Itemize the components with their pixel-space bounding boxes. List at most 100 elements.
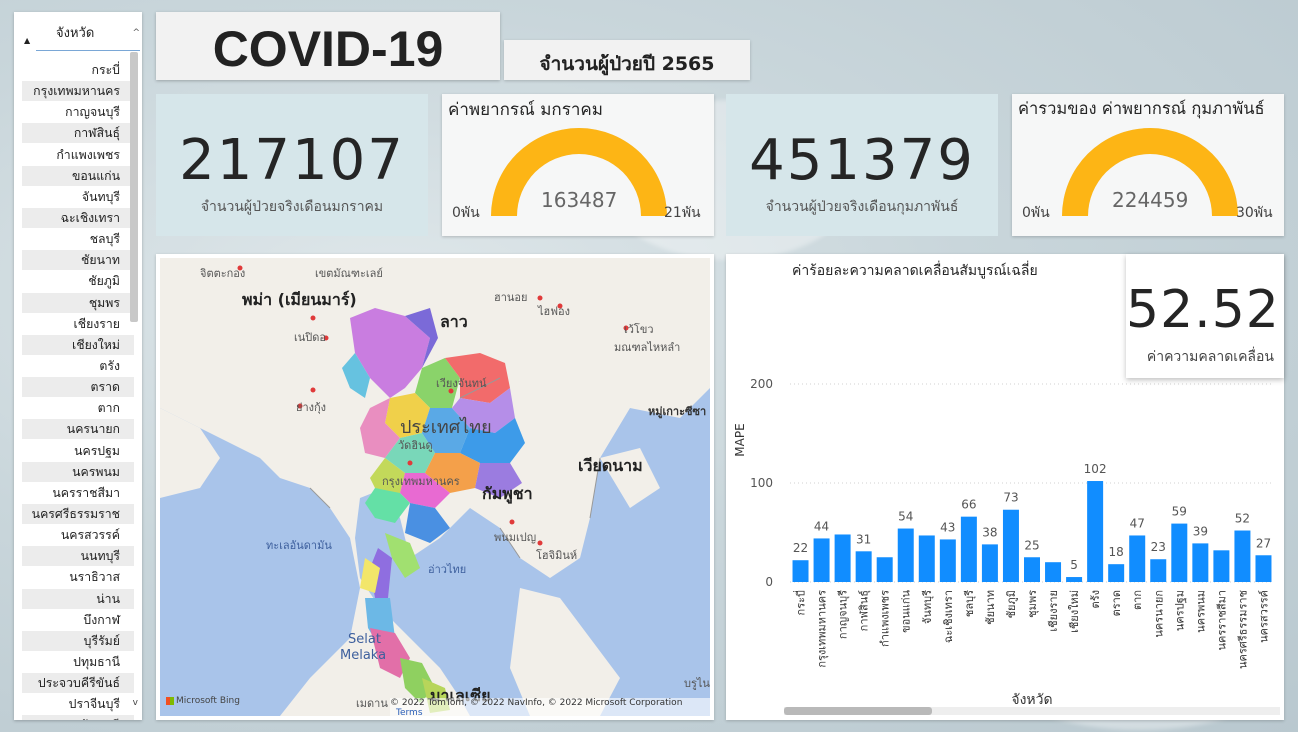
data-label: 44 [814, 519, 829, 533]
map-label: มณฑลไหหลำ [614, 341, 681, 354]
slicer-item[interactable]: นนทบุรี [22, 546, 134, 567]
kpi-card-jan[interactable]: 217107 จำนวนผู้ป่วยจริงเดือนมกราคม [156, 94, 428, 236]
terms-link[interactable]: Terms [396, 708, 423, 716]
data-label: 38 [982, 525, 997, 539]
land-borneo [510, 588, 620, 716]
bing-logo: Microsoft Bing [166, 696, 240, 706]
slicer-divider [36, 50, 140, 51]
bar [1234, 530, 1251, 582]
slicer-item[interactable]: นครราชสีมา [22, 483, 134, 503]
data-label: 31 [856, 532, 871, 546]
page-subtitle: จำนวนผู้ป่วยปี 2565 [539, 53, 715, 75]
slicer-item[interactable]: ชุมพร [22, 292, 134, 313]
slicer-item[interactable]: ประจวบคีรีขันธ์ [22, 673, 134, 694]
x-tick-label: ขอนแก่น [900, 590, 913, 633]
slicer-item[interactable]: นครพนม [22, 461, 134, 482]
chevron-up-icon[interactable]: ^ [132, 28, 140, 38]
x-tick-label: นครสวรรค์ [1257, 590, 1270, 643]
gauge-max: 30พัน [1236, 205, 1273, 221]
slicer-item[interactable]: จันทบุรี [22, 187, 134, 207]
slicer-item[interactable]: ปัตตานี [22, 715, 134, 720]
slicer-item[interactable]: บึงกาฬ [22, 610, 134, 630]
slicer-item[interactable]: น่าน [22, 588, 134, 609]
bar [1002, 509, 1019, 582]
sort-ascending-icon[interactable]: ▲ [24, 36, 30, 45]
x-tick-label: กรุงเทพมหานคร [816, 590, 829, 668]
data-label: 5 [1070, 558, 1078, 572]
slicer-item[interactable]: ชัยนาท [22, 250, 134, 271]
slicer-item[interactable]: ฉะเชิงเทรา [22, 207, 134, 228]
bar [1255, 555, 1272, 582]
y-axis-title: MAPE [733, 423, 747, 456]
slicer-item[interactable]: ตาก [22, 398, 134, 418]
slicer-item[interactable]: กาญจนบุรี [22, 102, 134, 122]
map-label: พนมเปญ [494, 531, 537, 544]
slicer-list: กระบี่ กรุงเทพมหานคร กาญจนบุรี กาฬสินธุ์ กำแ… [22, 60, 134, 720]
map-label: Melaka [340, 648, 387, 663]
x-tick-label: นครนายก [1152, 590, 1165, 638]
bar [1045, 562, 1062, 582]
kpi-card-feb[interactable]: 451379 จำนวนผู้ป่วยจริงเดือนกุมภาพันธ์ [726, 94, 998, 236]
chart-scrollbar-thumb[interactable] [784, 707, 932, 715]
slicer-item[interactable]: ขอนแก่น [22, 165, 134, 186]
map-label: ฮานอย [494, 291, 528, 304]
map-label: ย่างกุ้ง [296, 401, 327, 414]
data-label: 102 [1084, 462, 1107, 476]
mape-value: 52.52 [1126, 280, 1280, 340]
gauge-card-feb[interactable]: ค่ารวมของ ค่าพยากรณ์ กุมภาพันธ์ 0พัน 224… [1012, 94, 1284, 236]
slicer-item[interactable]: กำแพงเพชร [22, 145, 134, 165]
province-slicer[interactable]: จังหวัด ▲ ^ กระบี่ กรุงเทพมหานคร กาญจนบุรี… [14, 12, 142, 720]
map-visual[interactable]: จิตตะกอง เขตมัณฑะเลย์ พม่า (เมียนมาร์) ฮ… [160, 258, 710, 716]
slicer-item[interactable]: ตราด [22, 377, 134, 398]
x-tick-label: กระบี่ [793, 590, 808, 615]
map-label: เว้โขว [624, 323, 654, 336]
mape-label: ค่าความคลาดเคลื่อน [1146, 349, 1274, 365]
map-label: ไฮฟอง [538, 305, 571, 318]
slicer-item[interactable]: ตรัง [22, 356, 134, 376]
data-label: 22 [793, 541, 808, 555]
map-card[interactable]: จิตตะกอง เขตมัณฑะเลย์ พม่า (เมียนมาร์) ฮ… [156, 254, 714, 720]
x-tick-label: เชียงราย [1047, 590, 1060, 632]
slicer-item[interactable]: กรุงเทพมหานคร [22, 81, 134, 102]
slicer-item[interactable]: ปทุมธานี [22, 652, 134, 672]
map-label: หมู่เกาะซีซา [648, 405, 707, 418]
gauge-value: 163487 [541, 188, 618, 212]
slicer-item[interactable]: ชลบุรี [22, 229, 134, 249]
x-tick-label: เชียงใหม่ [1068, 590, 1081, 633]
chart-scrollbar[interactable] [784, 707, 1280, 715]
x-tick-label: ชัยนาท [984, 590, 997, 625]
x-tick-label: นครพนม [1194, 590, 1207, 633]
kpi-value: 451379 [749, 128, 975, 193]
slicer-title: จังหวัด [56, 26, 95, 41]
y-tick-label: 100 [750, 476, 773, 490]
y-tick-label: 0 [765, 575, 773, 589]
x-tick-label: ชุมพร [1026, 590, 1039, 618]
slicer-item[interactable]: นครนายก [22, 419, 134, 440]
mape-kpi-card[interactable]: 52.52 ค่าความคลาดเคลื่อน [1126, 254, 1284, 378]
slicer-item[interactable]: นครสวรรค์ [22, 525, 134, 545]
data-label: 18 [1109, 545, 1124, 559]
slicer-item[interactable]: เชียงราย [22, 314, 134, 334]
map-label: เวียดนาม [578, 456, 643, 475]
slicer-item[interactable]: นราธิวาส [22, 567, 134, 587]
bar [897, 528, 914, 582]
slicer-item[interactable]: นครปฐม [22, 441, 134, 461]
map-label: ลาว [440, 312, 468, 331]
map-label: เวียงจันทน์ [436, 377, 487, 390]
gauge-card-jan[interactable]: ค่าพยากรณ์ มกราคม 0พัน 163487 21พัน [442, 94, 714, 236]
slicer-item[interactable]: ชัยภูมิ [22, 271, 134, 291]
data-label: 39 [1193, 524, 1208, 538]
slicer-item[interactable]: กระบี่ [22, 60, 134, 80]
slicer-scrollbar[interactable] [130, 52, 138, 322]
x-tick-label: ตรัง [1089, 590, 1102, 608]
slicer-item[interactable]: เชียงใหม่ [22, 334, 134, 355]
x-tick-label: นครศรีธรรมราช [1236, 590, 1249, 669]
x-tick-label: ชลบุรี [963, 590, 976, 617]
gauge-min: 0พัน [1022, 205, 1050, 221]
slicer-item[interactable]: กาฬสินธุ์ [22, 123, 134, 144]
bar [792, 560, 809, 582]
slicer-item[interactable]: บุรีรัมย์ [22, 630, 134, 651]
slicer-item[interactable]: ปราจีนบุรี [22, 694, 134, 714]
slicer-item[interactable]: นครศรีธรรมราช [22, 503, 134, 524]
chevron-down-icon[interactable]: v [133, 698, 138, 708]
